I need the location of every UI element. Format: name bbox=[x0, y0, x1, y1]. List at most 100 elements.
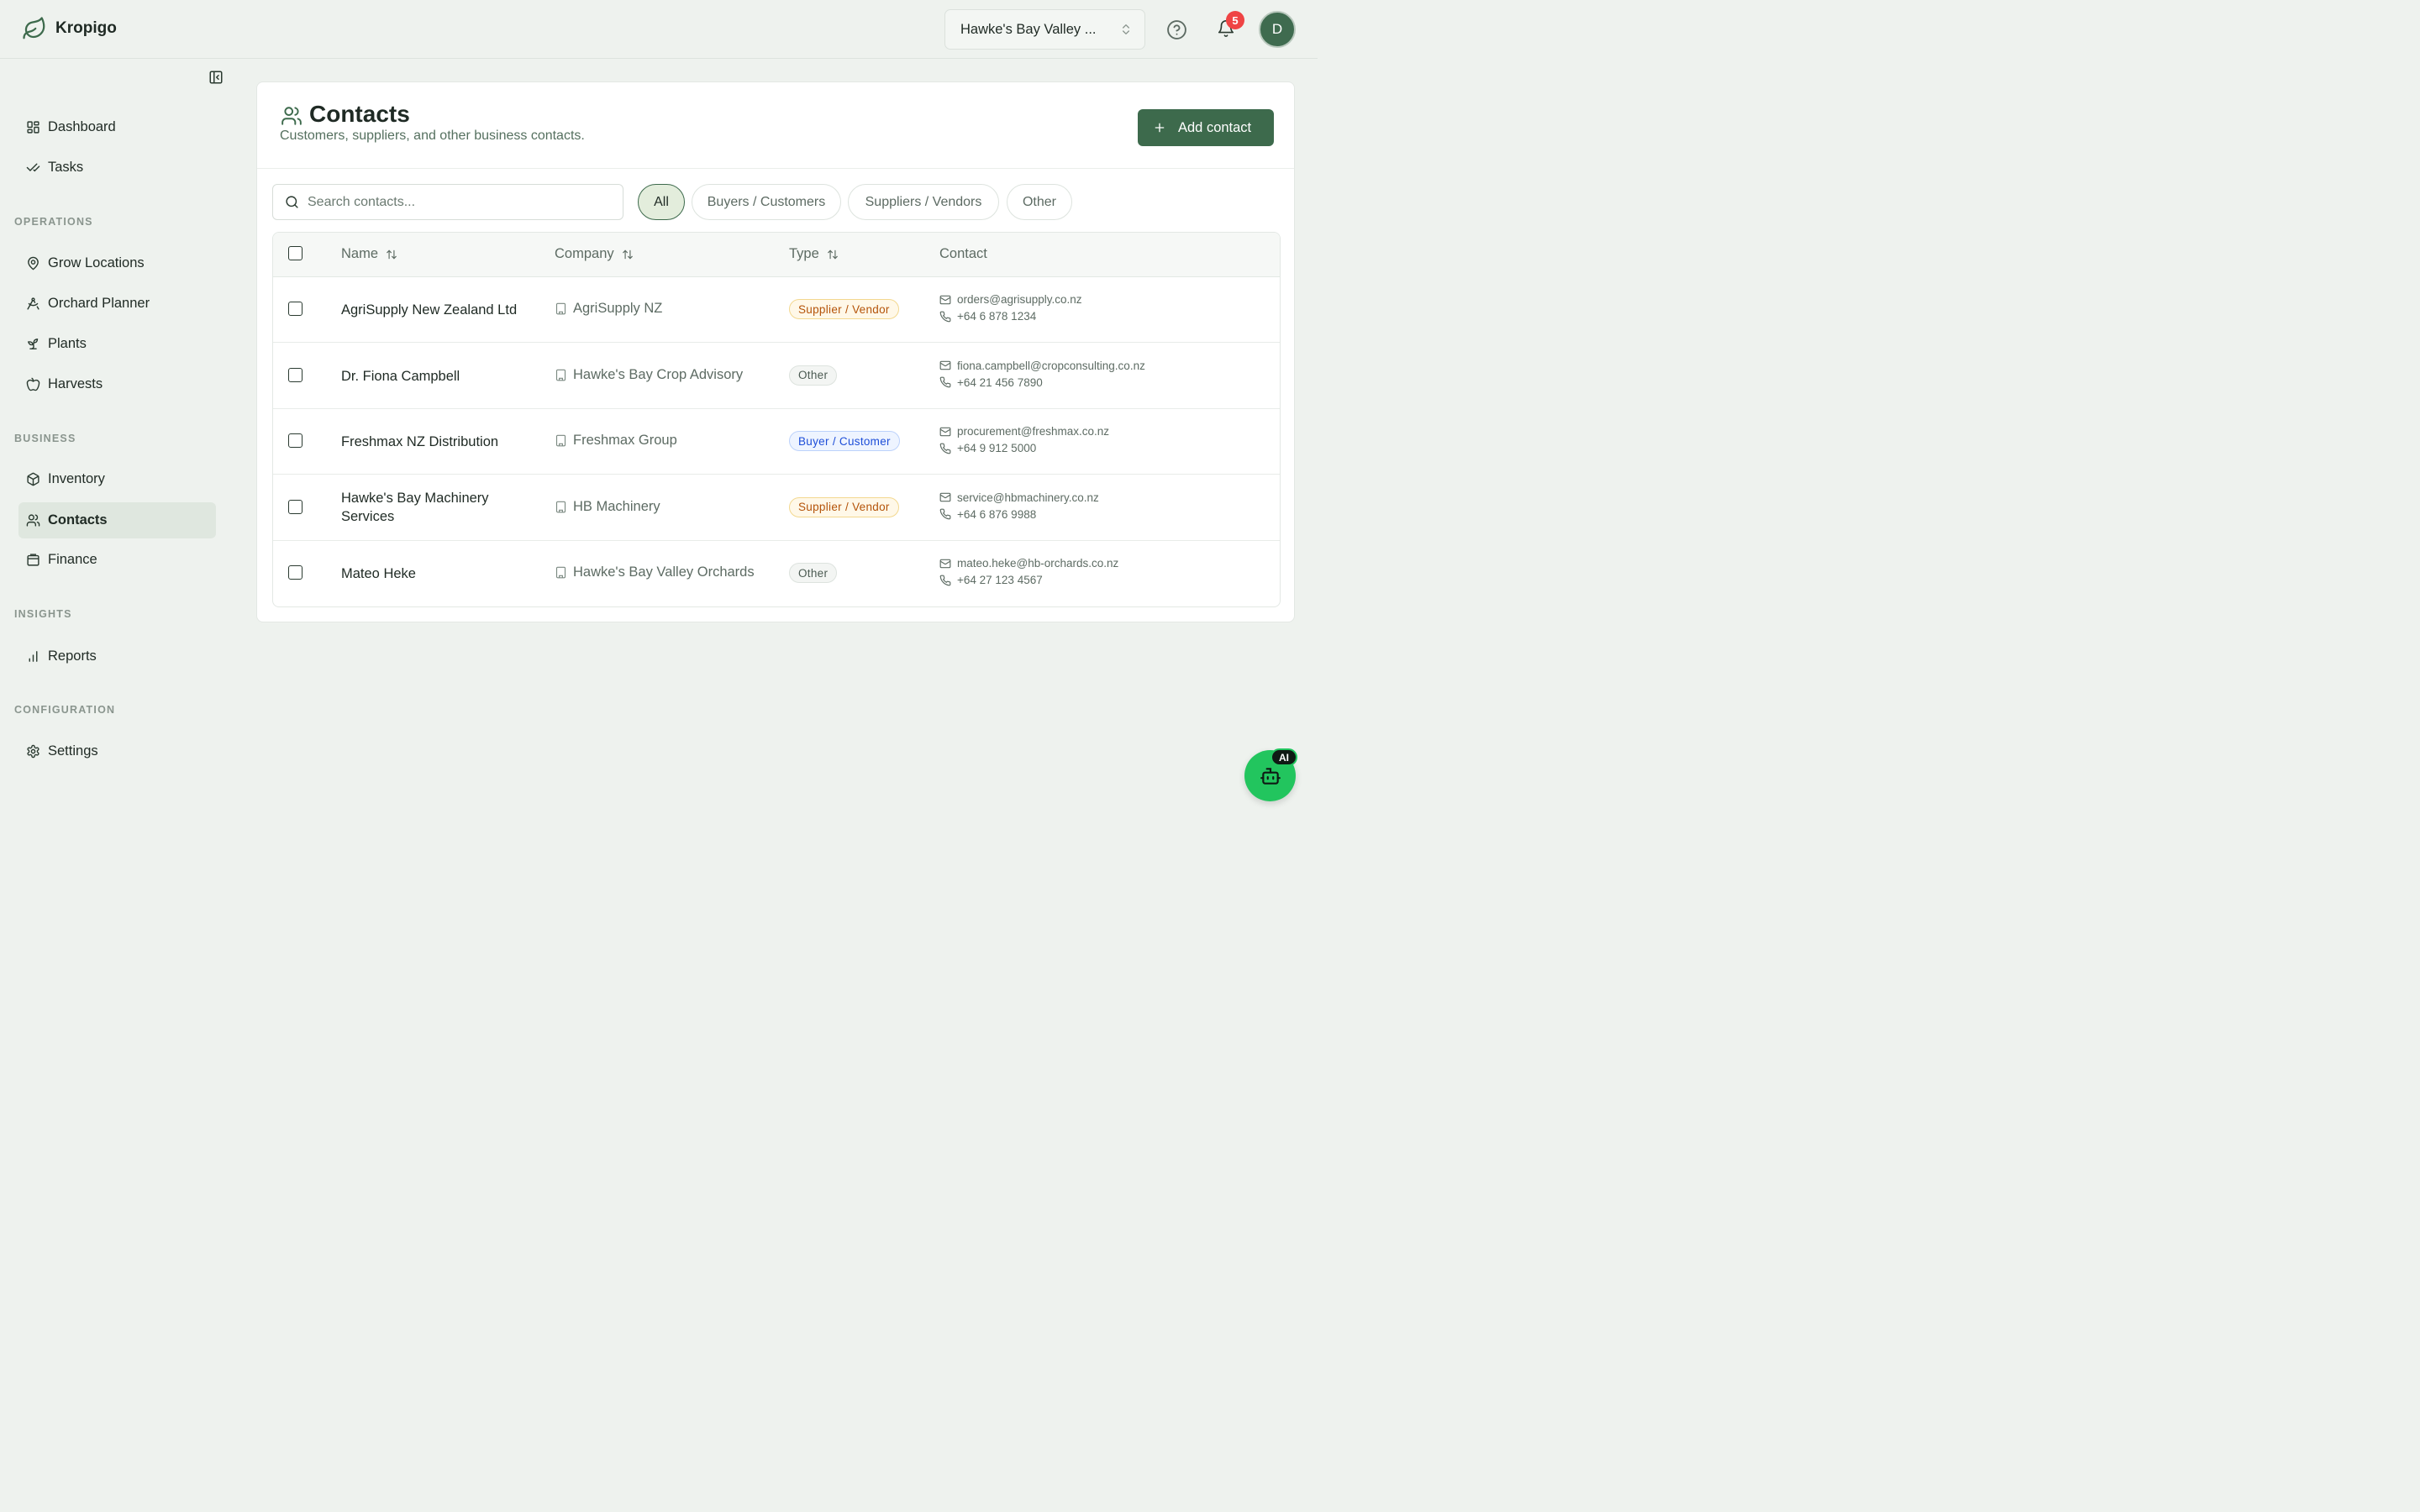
email-line: mateo.heke@hb-orchards.co.nz bbox=[939, 557, 1118, 570]
brand-name: Kropigo bbox=[55, 19, 117, 37]
check-icon bbox=[26, 160, 40, 175]
sidebar-item-grow-locations[interactable]: Grow Locations bbox=[18, 245, 216, 281]
sidebar-item-orchard-planner[interactable]: Orchard Planner bbox=[18, 286, 216, 322]
email-line: fiona.campbell@cropconsulting.co.nz bbox=[939, 360, 1145, 372]
column-header-type[interactable]: Type bbox=[789, 246, 839, 262]
top-bar: Kropigo Hawke's Bay Valley ... 5 D bbox=[0, 0, 1318, 59]
building-icon bbox=[555, 501, 567, 513]
contact-phone[interactable]: +64 6 876 9988 bbox=[957, 508, 1036, 521]
search-input[interactable] bbox=[308, 194, 610, 210]
sidebar-item-inventory[interactable]: Inventory bbox=[18, 461, 216, 497]
contact-name[interactable]: Hawke's Bay Machinery Services bbox=[341, 489, 534, 526]
contact-phone[interactable]: +64 9 912 5000 bbox=[957, 442, 1036, 454]
column-label: Type bbox=[789, 246, 819, 261]
gear-icon bbox=[26, 744, 40, 759]
company-cell: AgriSupply NZ bbox=[555, 301, 662, 317]
sidebar-item-reports[interactable]: Reports bbox=[18, 638, 216, 675]
add-contact-button[interactable]: Add contact bbox=[1138, 109, 1274, 146]
row-checkbox[interactable] bbox=[288, 367, 302, 382]
column-header-company[interactable]: Company bbox=[555, 246, 634, 262]
filter-chip-buyers[interactable]: Buyers / Customers bbox=[692, 184, 841, 220]
column-label: Company bbox=[555, 246, 614, 261]
contact-name[interactable]: AgriSupply New Zealand Ltd bbox=[341, 301, 534, 319]
chevrons-up-down-icon bbox=[1119, 23, 1133, 36]
phone-line: +64 21 456 7890 bbox=[939, 376, 1043, 389]
table-row[interactable]: Mateo Heke Hawke's Bay Valley Orchards Oth… bbox=[273, 541, 1280, 606]
organization-name: Hawke's Bay Valley ... bbox=[960, 21, 1097, 37]
collapse-sidebar-icon[interactable] bbox=[208, 70, 224, 85]
phone-icon bbox=[939, 443, 951, 454]
page-title: Contacts bbox=[309, 101, 410, 127]
sort-icon bbox=[622, 249, 634, 260]
sidebar-item-label: Contacts bbox=[48, 512, 108, 528]
row-checkbox[interactable] bbox=[288, 302, 302, 316]
row-checkbox[interactable] bbox=[288, 499, 302, 514]
sidebar-item-harvests[interactable]: Harvests bbox=[18, 366, 216, 402]
row-checkbox[interactable] bbox=[288, 433, 302, 448]
organization-selector[interactable]: Hawke's Bay Valley ... bbox=[944, 9, 1145, 50]
contact-email[interactable]: procurement@freshmax.co.nz bbox=[957, 425, 1109, 438]
contacts-table: Name Company Type Contact AgriSupply New… bbox=[272, 232, 1281, 607]
mail-icon bbox=[939, 491, 951, 503]
contact-email[interactable]: mateo.heke@hb-orchards.co.nz bbox=[957, 557, 1118, 570]
section-label-business: BUSINESS bbox=[14, 433, 76, 444]
sidebar-item-settings[interactable]: Settings bbox=[18, 733, 216, 769]
contact-email[interactable]: orders@agrisupply.co.nz bbox=[957, 293, 1082, 306]
contact-name[interactable]: Mateo Heke bbox=[341, 564, 534, 583]
contact-name[interactable]: Dr. Fiona Campbell bbox=[341, 367, 534, 386]
sidebar-item-finance[interactable]: Finance bbox=[18, 542, 216, 578]
table-row[interactable]: Hawke's Bay Machinery Services HB Machine… bbox=[273, 475, 1280, 541]
sidebar-item-label: Finance bbox=[48, 552, 97, 567]
select-all-checkbox[interactable] bbox=[288, 246, 302, 260]
mail-icon bbox=[939, 360, 951, 371]
sidebar-item-plants[interactable]: Plants bbox=[18, 326, 216, 362]
phone-icon bbox=[939, 575, 951, 586]
phone-icon bbox=[939, 311, 951, 323]
contact-phone[interactable]: +64 21 456 7890 bbox=[957, 376, 1043, 389]
contact-email[interactable]: service@hbmachinery.co.nz bbox=[957, 491, 1099, 504]
users-icon bbox=[26, 513, 40, 528]
type-badge: Other bbox=[789, 365, 838, 386]
filter-chip-suppliers[interactable]: Suppliers / Vendors bbox=[848, 184, 999, 220]
sidebar-item-label: Plants bbox=[48, 336, 87, 351]
contact-phone[interactable]: +64 27 123 4567 bbox=[957, 574, 1043, 586]
section-label-insights: INSIGHTS bbox=[14, 608, 72, 620]
table-row[interactable]: Dr. Fiona Campbell Hawke's Bay Crop Advis… bbox=[273, 344, 1280, 409]
filter-chip-other[interactable]: Other bbox=[1007, 184, 1072, 220]
contact-email[interactable]: fiona.campbell@cropconsulting.co.nz bbox=[957, 360, 1145, 372]
sidebar-item-label: Harvests bbox=[48, 376, 103, 391]
sidebar-item-dashboard[interactable]: Dashboard bbox=[18, 109, 216, 145]
email-line: procurement@freshmax.co.nz bbox=[939, 425, 1109, 438]
brand[interactable]: Kropigo bbox=[22, 16, 117, 41]
column-header-contact: Contact bbox=[939, 246, 987, 262]
company-name: AgriSupply NZ bbox=[573, 301, 663, 316]
type-badge: Buyer / Customer bbox=[789, 431, 900, 451]
leaf-logo-icon bbox=[22, 16, 47, 41]
filter-chip-all[interactable]: All bbox=[638, 184, 685, 220]
column-label: Name bbox=[341, 246, 379, 261]
sidebar-item-tasks[interactable]: Tasks bbox=[18, 150, 216, 186]
row-checkbox[interactable] bbox=[288, 565, 302, 580]
search-box[interactable] bbox=[272, 184, 623, 220]
sprout-icon bbox=[26, 337, 40, 351]
mail-icon bbox=[939, 426, 951, 438]
company-name: Hawke's Bay Crop Advisory bbox=[573, 366, 744, 382]
package-icon bbox=[26, 472, 40, 486]
email-line: orders@agrisupply.co.nz bbox=[939, 293, 1082, 306]
contact-phone[interactable]: +64 6 878 1234 bbox=[957, 310, 1036, 323]
user-avatar[interactable]: D bbox=[1259, 11, 1296, 48]
help-icon[interactable] bbox=[1166, 19, 1187, 40]
apple-icon bbox=[26, 377, 40, 391]
planner-icon bbox=[26, 297, 40, 311]
table-row[interactable]: AgriSupply New Zealand Ltd AgriSupply NZ S… bbox=[273, 277, 1280, 343]
type-badge: Other bbox=[789, 563, 838, 583]
table-row[interactable]: Freshmax NZ Distribution Freshmax Group Bu… bbox=[273, 409, 1280, 475]
section-label-configuration: CONFIGURATION bbox=[14, 704, 116, 716]
sidebar-item-label: Reports bbox=[48, 648, 97, 664]
sidebar-item-contacts[interactable]: Contacts bbox=[18, 502, 216, 538]
contact-name[interactable]: Freshmax NZ Distribution bbox=[341, 433, 534, 451]
notification-count-badge: 5 bbox=[1226, 11, 1244, 29]
column-header-name[interactable]: Name bbox=[341, 246, 397, 262]
bar-chart-icon bbox=[26, 649, 40, 664]
search-icon bbox=[285, 195, 299, 209]
